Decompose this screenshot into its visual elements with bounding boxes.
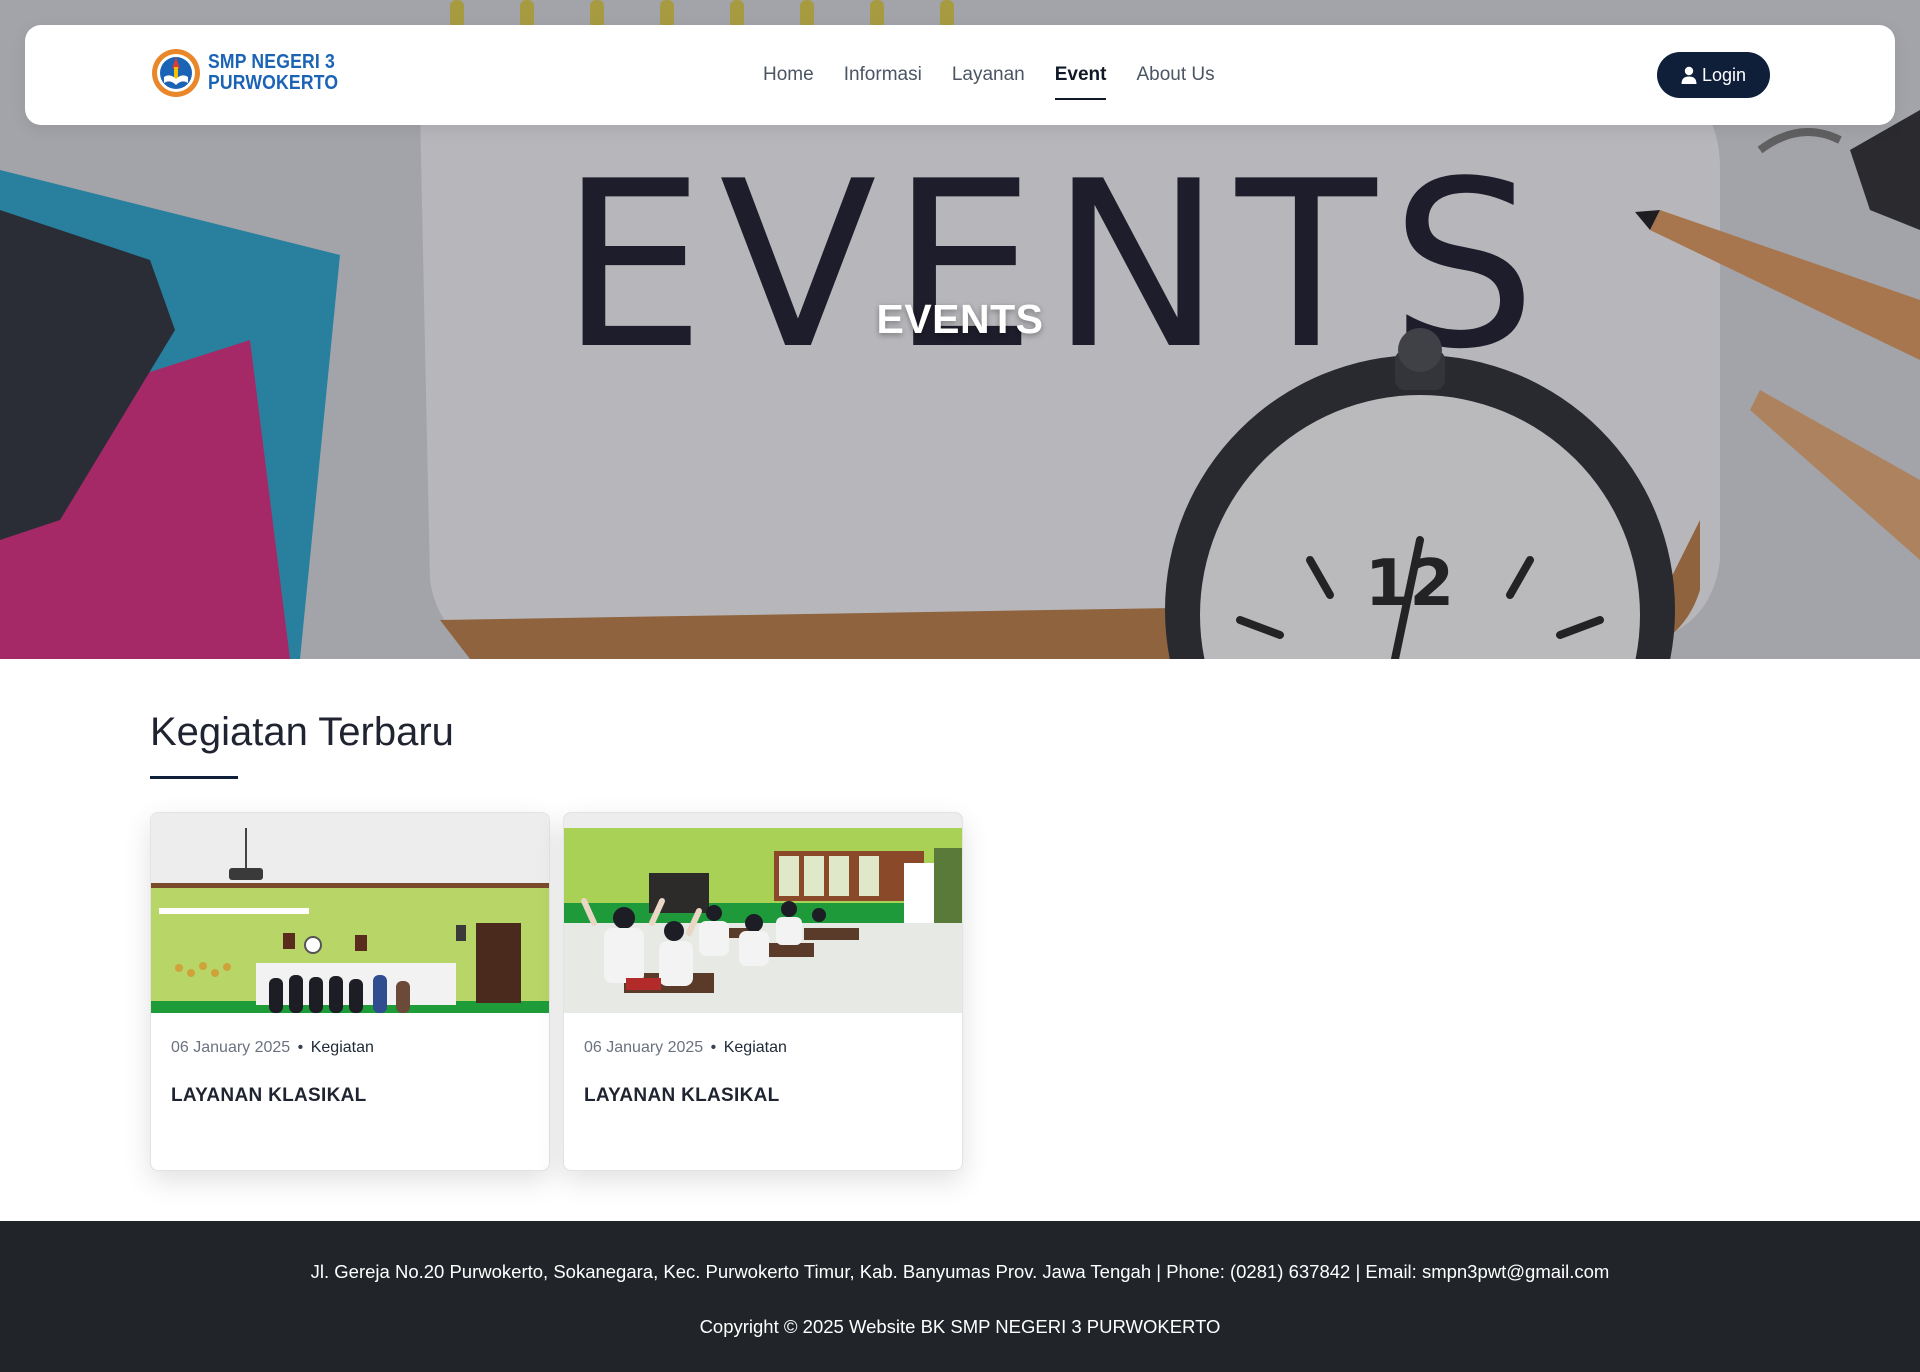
event-card-list: 06 January 2025 • Kegiatan LAYANAN KLASI…	[150, 812, 963, 1171]
nav-item-about-us[interactable]: About Us	[1121, 25, 1229, 125]
event-card-meta: 06 January 2025 • Kegiatan	[584, 1039, 942, 1057]
event-card[interactable]: 06 January 2025 • Kegiatan LAYANAN KLASI…	[563, 812, 963, 1171]
nav-item-layanan[interactable]: Layanan	[937, 25, 1040, 125]
footer: Jl. Gereja No.20 Purwokerto, Sokanegara,…	[0, 1221, 1920, 1372]
user-icon	[1681, 66, 1697, 84]
event-card-meta: 06 January 2025 • Kegiatan	[171, 1039, 529, 1057]
meta-separator: •	[710, 1039, 717, 1056]
section-underline	[150, 776, 238, 779]
event-date: 06 January 2025	[171, 1039, 291, 1056]
brand-line-1: SMP NEGERI 3	[208, 51, 335, 73]
event-card-image	[564, 813, 962, 1013]
nav-menu: Home Informasi Layanan Event About Us	[748, 25, 1230, 125]
footer-copyright: Copyright © 2025 Website BK SMP NEGERI 3…	[699, 1316, 1221, 1337]
nav-item-informasi[interactable]: Informasi	[829, 25, 937, 125]
brand-logo-link[interactable]: SMP NEGERI 3 PURWOKERTO	[150, 47, 356, 99]
hero-title: EVENTS	[876, 296, 1044, 342]
nav-item-home[interactable]: Home	[748, 25, 829, 125]
brand-name: SMP NEGERI 3 PURWOKERTO	[208, 52, 338, 94]
event-category: Kegiatan	[723, 1039, 787, 1056]
login-button[interactable]: Login	[1657, 52, 1770, 98]
section-title: Kegiatan Terbaru	[150, 710, 454, 754]
event-card-image	[151, 813, 549, 1013]
event-card-title[interactable]: LAYANAN KLASIKAL	[584, 1085, 942, 1107]
brand-line-2: PURWOKERTO	[208, 72, 339, 94]
event-card[interactable]: 06 January 2025 • Kegiatan LAYANAN KLASI…	[150, 812, 550, 1171]
event-date: 06 January 2025	[584, 1039, 704, 1056]
nav-item-event[interactable]: Event	[1040, 25, 1122, 125]
login-label: Login	[1701, 64, 1747, 85]
navbar: SMP NEGERI 3 PURWOKERTO Home Informasi L…	[25, 25, 1895, 125]
school-emblem-icon	[152, 49, 200, 97]
footer-address: Jl. Gereja No.20 Purwokerto, Sokanegara,…	[310, 1261, 1610, 1282]
event-category: Kegiatan	[310, 1039, 374, 1056]
meta-separator: •	[297, 1039, 304, 1056]
event-card-title[interactable]: LAYANAN KLASIKAL	[171, 1085, 529, 1107]
